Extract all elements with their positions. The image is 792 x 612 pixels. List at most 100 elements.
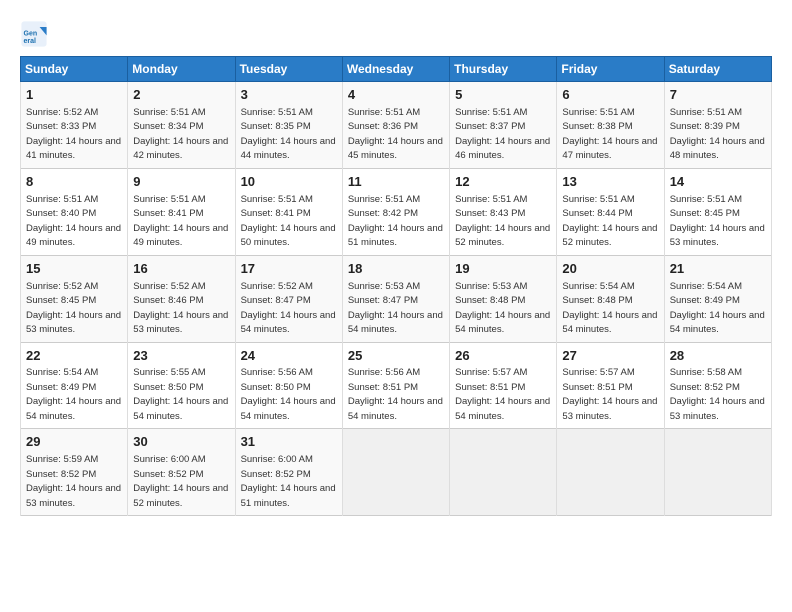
day-number: 6: [562, 86, 658, 105]
day-number: 21: [670, 260, 766, 279]
day-number: 10: [241, 173, 337, 192]
logo-icon: Gen eral: [20, 20, 48, 48]
day-number: 11: [348, 173, 444, 192]
day-number: 2: [133, 86, 229, 105]
weekday-wednesday: Wednesday: [342, 57, 449, 82]
cell-info: Sunrise: 5:51 AMSunset: 8:41 PMDaylight:…: [133, 194, 228, 249]
day-number: 24: [241, 347, 337, 366]
cell-info: Sunrise: 5:54 AMSunset: 8:48 PMDaylight:…: [562, 281, 657, 336]
cell-info: Sunrise: 5:51 AMSunset: 8:37 PMDaylight:…: [455, 107, 550, 162]
day-number: 4: [348, 86, 444, 105]
day-number: 23: [133, 347, 229, 366]
day-number: 16: [133, 260, 229, 279]
day-number: 5: [455, 86, 551, 105]
cell-info: Sunrise: 5:51 AMSunset: 8:40 PMDaylight:…: [26, 194, 121, 249]
day-cell: [557, 429, 664, 516]
week-row-1: 1 Sunrise: 5:52 AMSunset: 8:33 PMDaylight…: [21, 82, 772, 169]
cell-info: Sunrise: 5:55 AMSunset: 8:50 PMDaylight:…: [133, 367, 228, 422]
day-number: 22: [26, 347, 122, 366]
week-row-2: 8 Sunrise: 5:51 AMSunset: 8:40 PMDaylight…: [21, 168, 772, 255]
cell-info: Sunrise: 5:52 AMSunset: 8:33 PMDaylight:…: [26, 107, 121, 162]
week-row-3: 15Sunrise: 5:52 AMSunset: 8:45 PMDayligh…: [21, 255, 772, 342]
cell-info: Sunrise: 5:53 AMSunset: 8:47 PMDaylight:…: [348, 281, 443, 336]
day-cell: 2 Sunrise: 5:51 AMSunset: 8:34 PMDaylight…: [128, 82, 235, 169]
day-number: 14: [670, 173, 766, 192]
day-cell: 27Sunrise: 5:57 AMSunset: 8:51 PMDayligh…: [557, 342, 664, 429]
day-number: 25: [348, 347, 444, 366]
cell-info: Sunrise: 5:51 AMSunset: 8:38 PMDaylight:…: [562, 107, 657, 162]
day-cell: 28Sunrise: 5:58 AMSunset: 8:52 PMDayligh…: [664, 342, 771, 429]
cell-info: Sunrise: 5:57 AMSunset: 8:51 PMDaylight:…: [562, 367, 657, 422]
cell-info: Sunrise: 5:51 AMSunset: 8:36 PMDaylight:…: [348, 107, 443, 162]
day-number: 17: [241, 260, 337, 279]
day-cell: 13Sunrise: 5:51 AMSunset: 8:44 PMDayligh…: [557, 168, 664, 255]
cell-info: Sunrise: 6:00 AMSunset: 8:52 PMDaylight:…: [241, 454, 336, 509]
day-number: 18: [348, 260, 444, 279]
svg-text:eral: eral: [24, 38, 37, 45]
day-cell: 11 Sunrise: 5:51 AMSunset: 8:42 PMDayligh…: [342, 168, 449, 255]
day-cell: 9 Sunrise: 5:51 AMSunset: 8:41 PMDaylight…: [128, 168, 235, 255]
cell-info: Sunrise: 5:56 AMSunset: 8:51 PMDaylight:…: [348, 367, 443, 422]
cell-info: Sunrise: 5:54 AMSunset: 8:49 PMDaylight:…: [26, 367, 121, 422]
day-cell: 5 Sunrise: 5:51 AMSunset: 8:37 PMDaylight…: [450, 82, 557, 169]
cell-info: Sunrise: 5:51 AMSunset: 8:39 PMDaylight:…: [670, 107, 765, 162]
day-cell: 21Sunrise: 5:54 AMSunset: 8:49 PMDayligh…: [664, 255, 771, 342]
weekday-friday: Friday: [557, 57, 664, 82]
day-cell: 30 Sunrise: 6:00 AMSunset: 8:52 PMDayligh…: [128, 429, 235, 516]
cell-info: Sunrise: 5:53 AMSunset: 8:48 PMDaylight:…: [455, 281, 550, 336]
cell-info: Sunrise: 5:51 AMSunset: 8:45 PMDaylight:…: [670, 194, 765, 249]
day-cell: 22Sunrise: 5:54 AMSunset: 8:49 PMDayligh…: [21, 342, 128, 429]
day-number: 3: [241, 86, 337, 105]
day-number: 7: [670, 86, 766, 105]
day-cell: 29 Sunrise: 5:59 AMSunset: 8:52 PMDayligh…: [21, 429, 128, 516]
week-row-5: 29 Sunrise: 5:59 AMSunset: 8:52 PMDayligh…: [21, 429, 772, 516]
day-cell: 18 Sunrise: 5:53 AMSunset: 8:47 PMDayligh…: [342, 255, 449, 342]
day-cell: [342, 429, 449, 516]
header: Gen eral: [20, 16, 772, 48]
day-cell: 26Sunrise: 5:57 AMSunset: 8:51 PMDayligh…: [450, 342, 557, 429]
day-cell: 25Sunrise: 5:56 AMSunset: 8:51 PMDayligh…: [342, 342, 449, 429]
cell-info: Sunrise: 5:57 AMSunset: 8:51 PMDaylight:…: [455, 367, 550, 422]
cell-info: Sunrise: 6:00 AMSunset: 8:52 PMDaylight:…: [133, 454, 228, 509]
day-cell: 15Sunrise: 5:52 AMSunset: 8:45 PMDayligh…: [21, 255, 128, 342]
cell-info: Sunrise: 5:56 AMSunset: 8:50 PMDaylight:…: [241, 367, 336, 422]
day-cell: 24Sunrise: 5:56 AMSunset: 8:50 PMDayligh…: [235, 342, 342, 429]
day-cell: 14 Sunrise: 5:51 AMSunset: 8:45 PMDayligh…: [664, 168, 771, 255]
day-number: 1: [26, 86, 122, 105]
week-row-4: 22Sunrise: 5:54 AMSunset: 8:49 PMDayligh…: [21, 342, 772, 429]
cell-info: Sunrise: 5:51 AMSunset: 8:34 PMDaylight:…: [133, 107, 228, 162]
cell-info: Sunrise: 5:59 AMSunset: 8:52 PMDaylight:…: [26, 454, 121, 509]
day-number: 13: [562, 173, 658, 192]
cell-info: Sunrise: 5:51 AMSunset: 8:35 PMDaylight:…: [241, 107, 336, 162]
weekday-saturday: Saturday: [664, 57, 771, 82]
day-number: 12: [455, 173, 551, 192]
day-number: 8: [26, 173, 122, 192]
day-cell: 31Sunrise: 6:00 AMSunset: 8:52 PMDayligh…: [235, 429, 342, 516]
day-number: 19: [455, 260, 551, 279]
day-number: 30: [133, 433, 229, 452]
day-number: 9: [133, 173, 229, 192]
weekday-monday: Monday: [128, 57, 235, 82]
day-cell: 4 Sunrise: 5:51 AMSunset: 8:36 PMDaylight…: [342, 82, 449, 169]
day-number: 28: [670, 347, 766, 366]
cell-info: Sunrise: 5:52 AMSunset: 8:46 PMDaylight:…: [133, 281, 228, 336]
weekday-thursday: Thursday: [450, 57, 557, 82]
logo: Gen eral: [20, 20, 50, 48]
day-cell: 19 Sunrise: 5:53 AMSunset: 8:48 PMDayligh…: [450, 255, 557, 342]
weekday-sunday: Sunday: [21, 57, 128, 82]
calendar-header: SundayMondayTuesdayWednesdayThursdayFrid…: [21, 57, 772, 82]
day-cell: 6 Sunrise: 5:51 AMSunset: 8:38 PMDaylight…: [557, 82, 664, 169]
weekday-header-row: SundayMondayTuesdayWednesdayThursdayFrid…: [21, 57, 772, 82]
day-cell: [450, 429, 557, 516]
day-cell: [664, 429, 771, 516]
day-cell: 17 Sunrise: 5:52 AMSunset: 8:47 PMDayligh…: [235, 255, 342, 342]
day-cell: 16 Sunrise: 5:52 AMSunset: 8:46 PMDayligh…: [128, 255, 235, 342]
day-number: 15: [26, 260, 122, 279]
cell-info: Sunrise: 5:51 AMSunset: 8:43 PMDaylight:…: [455, 194, 550, 249]
cell-info: Sunrise: 5:52 AMSunset: 8:47 PMDaylight:…: [241, 281, 336, 336]
day-cell: 7 Sunrise: 5:51 AMSunset: 8:39 PMDaylight…: [664, 82, 771, 169]
calendar-page: Gen eral SundayMondayTuesdayWednesdayThu…: [0, 0, 792, 612]
day-number: 29: [26, 433, 122, 452]
cell-info: Sunrise: 5:51 AMSunset: 8:42 PMDaylight:…: [348, 194, 443, 249]
day-cell: 12 Sunrise: 5:51 AMSunset: 8:43 PMDayligh…: [450, 168, 557, 255]
